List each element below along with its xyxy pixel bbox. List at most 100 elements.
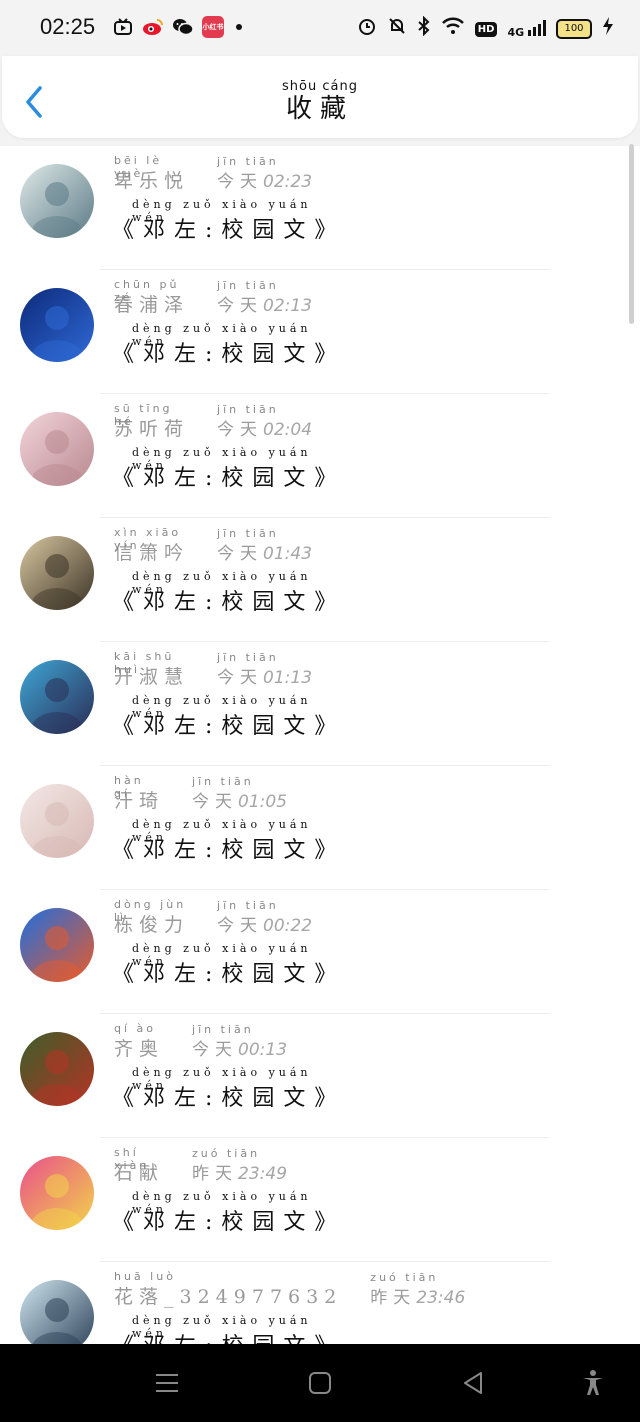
item-name-wrap: sū tīng hé 苏听荷 [114, 402, 189, 441]
item-name-wrap: shí xiàn 石献 [114, 1146, 164, 1185]
item-meta: hàn qí 汗琦 jīn tiān 今天01:05 [114, 774, 288, 813]
system-nav-bar [0, 1344, 640, 1422]
item-meta: sū tīng hé 苏听荷 jīn tiān 今天02:04 [114, 402, 312, 441]
item-time: 00:22 [263, 916, 313, 936]
page-title-pinyin: shōu cáng [282, 79, 358, 94]
list-item[interactable]: hàn qí 汗琦 jīn tiān 今天01:05 dèng zuǒ xiào yuá… [0, 766, 640, 890]
item-day: 今天 [217, 420, 264, 440]
item-name-wrap: dòng jùn lì 栋俊力 [114, 898, 189, 937]
avatar[interactable] [20, 1032, 94, 1106]
item-work-title: dèng zuǒ xiào yuán wén《邓左:校园文》 [112, 942, 345, 988]
item-work-pinyin: dèng zuǒ xiào yuán wén [132, 1066, 312, 1092]
item-time: 02:23 [263, 172, 313, 192]
item-name-wrap: xìn xiāo yín 信箫吟 [114, 526, 189, 565]
list-item[interactable]: sū tīng hé 苏听荷 jīn tiān 今天02:04 dèng zuǒ xià… [0, 394, 640, 518]
item-day-wrap: jīn tiān 今天01:05 [192, 775, 288, 812]
item-meta: xìn xiāo yín 信箫吟 jīn tiān 今天01:43 [114, 526, 313, 565]
item-name-pinyin: shí xiàn [114, 1146, 150, 1172]
item-day-wrap: jīn tiān 今天02:23 [217, 155, 313, 192]
item-day-wrap: jīn tiān 今天01:13 [217, 651, 313, 688]
item-day: 今天 [192, 792, 239, 812]
item-name-wrap: chūn pǔ zé 春浦泽 [114, 278, 189, 317]
favorites-list[interactable]: bēi lè yuè 卑乐悦 jīn tiān 今天02:23 dèng zuǒ xià… [0, 146, 640, 1344]
list-item[interactable]: xìn xiāo yín 信箫吟 jīn tiān 今天01:43 dèng zuǒ x… [0, 518, 640, 642]
item-meta: qí ào 齐奥 jīn tiān 今天00:13 [114, 1022, 288, 1061]
item-work-title: dèng zuǒ xiào yuán wén《邓左:校园文》 [112, 1190, 345, 1236]
status-time: 02:25 [40, 14, 96, 39]
list-item[interactable]: kāi shū huì 开淑慧 jīn tiān 今天01:13 dèng zuǒ xi… [0, 642, 640, 766]
item-name-pinyin: hàn qí [114, 774, 144, 800]
item-meta: dòng jùn lì 栋俊力 jīn tiān 今天00:22 [114, 898, 313, 937]
mute-icon [387, 16, 407, 42]
item-day: 今天 [217, 544, 264, 564]
item-time: 01:43 [263, 544, 313, 564]
item-name-pinyin: xìn xiāo yín [114, 526, 182, 552]
item-name-wrap: qí ào 齐奥 [114, 1022, 165, 1061]
item-time: 00:13 [238, 1040, 288, 1060]
item-day: 今天 [217, 172, 264, 192]
xiaohongshu-icon: 小红书 [202, 16, 224, 38]
item-work-pinyin: dèng zuǒ xiào yuán wén [132, 818, 312, 844]
avatar[interactable] [20, 288, 94, 362]
item-day-pinyin: zuó tiān [370, 1271, 439, 1284]
item-name-pinyin: kāi shū huì [114, 650, 175, 676]
item-meta: chūn pǔ zé 春浦泽 jīn tiān 今天02:13 [114, 278, 312, 317]
item-day: 昨天 [192, 1164, 239, 1184]
item-day-pinyin: jīn tiān [217, 279, 279, 292]
item-day-wrap: jīn tiān 今天01:43 [217, 527, 313, 564]
item-name-pinyin: bēi lè yuè [114, 154, 163, 180]
avatar[interactable] [20, 412, 94, 486]
item-day-wrap: zuó tiān 昨天23:46 [370, 1271, 466, 1308]
item-time: 01:13 [263, 668, 313, 688]
item-day: 今天 [192, 1040, 239, 1060]
avatar[interactable] [20, 536, 94, 610]
avatar[interactable] [20, 1156, 94, 1230]
item-time: 23:46 [416, 1288, 466, 1308]
item-work-title: dèng zuǒ xiào yuán wén《邓左:校园文》 [112, 570, 345, 616]
app-header: shōu cáng 收藏 [2, 56, 638, 138]
avatar[interactable] [20, 164, 94, 238]
item-name-wrap: bēi lè yuè 卑乐悦 [114, 154, 189, 193]
item-work-title: dèng zuǒ xiào yuán wén《邓左:校园文》 [112, 694, 345, 740]
wechat-icon [172, 16, 194, 38]
alarm-icon [357, 16, 377, 42]
status-indicators: HD 4G 100 [357, 15, 614, 42]
signal-icon: 4G [507, 19, 546, 39]
page-title-text: 收藏 [285, 94, 354, 124]
item-work-title: dèng zuǒ xiào yuán wén《邓左:校园文》 [112, 446, 345, 492]
charging-icon [602, 16, 614, 42]
item-day-pinyin: jīn tiān [217, 403, 279, 416]
item-day: 今天 [217, 916, 264, 936]
item-day: 今天 [217, 668, 264, 688]
list-item[interactable]: qí ào 齐奥 jīn tiān 今天00:13 dèng zuǒ xiào yuán… [0, 1014, 640, 1138]
item-name: 花落_324977632 [114, 1286, 343, 1308]
accessibility-icon[interactable] [578, 1368, 608, 1398]
item-day-wrap: jīn tiān 今天00:13 [192, 1023, 288, 1060]
back-triangle-icon[interactable] [458, 1368, 488, 1398]
avatar[interactable] [20, 1280, 94, 1344]
item-day-wrap: zuó tiān 昨天23:49 [192, 1147, 287, 1184]
item-name: 齐奥 [114, 1038, 165, 1060]
bluetooth-icon [417, 15, 431, 42]
avatar[interactable] [20, 784, 94, 858]
list-item[interactable]: chūn pǔ zé 春浦泽 jīn tiān 今天02:13 dèng zuǒ xià… [0, 270, 640, 394]
item-work-title: dèng zuǒ xiào yuán wén《邓左:校园文》 [112, 1314, 345, 1344]
item-day: 今天 [217, 296, 264, 316]
page-title: shōu cáng 收藏 [2, 79, 638, 125]
list-item[interactable]: huā luò 花落_324977632 zuó tiān 昨天23:46 dèng z… [0, 1262, 640, 1344]
item-name-pinyin: qí ào [114, 1022, 157, 1035]
item-name-pinyin: dòng jùn lì [114, 898, 187, 924]
list-item[interactable]: dòng jùn lì 栋俊力 jīn tiān 今天00:22 dèng zuǒ xi… [0, 890, 640, 1014]
list-item[interactable]: shí xiàn 石献 zuó tiān 昨天23:49 dèng zuǒ xiào y… [0, 1138, 640, 1262]
scrollbar[interactable] [629, 144, 634, 324]
item-time: 01:05 [238, 792, 288, 812]
item-work-pinyin: dèng zuǒ xiào yuán wén [132, 1314, 312, 1340]
home-icon[interactable] [305, 1368, 335, 1398]
avatar[interactable] [20, 660, 94, 734]
item-work-pinyin: dèng zuǒ xiào yuán wén [132, 694, 312, 720]
list-item[interactable]: bēi lè yuè 卑乐悦 jīn tiān 今天02:23 dèng zuǒ xià… [0, 146, 640, 270]
avatar[interactable] [20, 908, 94, 982]
menu-icon[interactable] [152, 1368, 182, 1398]
battery-icon: 100 [556, 19, 592, 39]
weibo-icon [142, 16, 164, 38]
